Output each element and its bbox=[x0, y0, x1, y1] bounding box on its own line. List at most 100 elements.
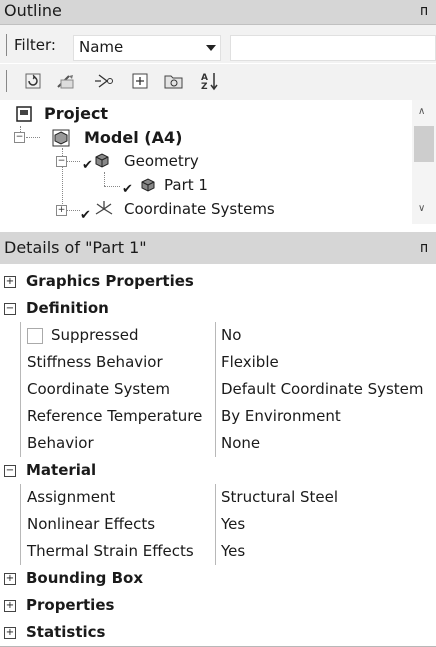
property-row[interactable]: Suppressed No bbox=[0, 322, 436, 350]
row-gutter: − bbox=[0, 457, 20, 484]
row-gutter: + bbox=[0, 268, 20, 295]
row-gutter: − bbox=[0, 295, 20, 322]
category-row[interactable]: + Bounding Box bbox=[0, 565, 436, 593]
property-value: Structural Steel bbox=[221, 488, 339, 506]
property-name: Behavior bbox=[27, 434, 94, 452]
property-value-cell[interactable]: Default Coordinate System bbox=[215, 376, 435, 403]
property-value-cell[interactable]: By Environment bbox=[215, 403, 435, 430]
checkmark-icon: ✔ bbox=[80, 208, 91, 223]
tree-connector bbox=[104, 172, 105, 186]
scroll-down-icon[interactable]: ∨ bbox=[418, 203, 425, 214]
property-value: Flexible bbox=[221, 353, 279, 371]
property-row[interactable]: Reference Temperature By Environment bbox=[0, 403, 436, 431]
property-row[interactable]: Thermal Strain Effects Yes bbox=[0, 538, 436, 566]
property-name: Assignment bbox=[27, 488, 116, 506]
tree-item-model[interactable]: Model (A4) bbox=[84, 128, 182, 147]
wand-icon[interactable] bbox=[55, 70, 77, 92]
collapse-icon[interactable]: − bbox=[4, 465, 16, 477]
tree-item-part[interactable]: Part 1 bbox=[164, 176, 208, 194]
part-icon bbox=[140, 177, 156, 193]
category-row[interactable]: + Graphics Properties bbox=[0, 268, 436, 296]
chevron-down-icon[interactable] bbox=[206, 45, 216, 51]
filter-search-input[interactable] bbox=[230, 35, 436, 61]
toolbar-separator bbox=[6, 70, 7, 92]
category-label: Material bbox=[26, 461, 97, 479]
model-icon bbox=[52, 129, 70, 147]
suppressed-checkbox[interactable] bbox=[27, 328, 43, 344]
property-name: Coordinate System bbox=[27, 380, 170, 398]
property-name-cell: Assignment bbox=[20, 484, 216, 511]
property-row[interactable]: Coordinate System Default Coordinate Syst… bbox=[0, 376, 436, 404]
property-name: Stiffness Behavior bbox=[27, 353, 163, 371]
property-name-cell: Reference Temperature bbox=[20, 403, 216, 430]
property-row[interactable]: Assignment Structural Steel bbox=[0, 484, 436, 512]
property-value-cell[interactable]: None bbox=[215, 430, 435, 457]
property-value: Yes bbox=[221, 515, 246, 533]
row-gutter: + bbox=[0, 565, 20, 592]
category-label: Properties bbox=[26, 596, 115, 614]
property-name: Thermal Strain Effects bbox=[27, 542, 194, 560]
filter-type-select[interactable]: Name bbox=[73, 35, 221, 61]
category-row[interactable]: + Statistics bbox=[0, 619, 436, 647]
category-label: Graphics Properties bbox=[26, 272, 194, 290]
property-name-cell: Stiffness Behavior bbox=[20, 349, 216, 376]
tree-item-geometry[interactable]: Geometry bbox=[124, 152, 199, 170]
outline-title: Outline bbox=[4, 1, 62, 20]
expand-icon[interactable]: + bbox=[4, 600, 16, 612]
property-name: Reference Temperature bbox=[27, 407, 203, 425]
collapse-icon[interactable]: − bbox=[14, 132, 25, 143]
category-label: Bounding Box bbox=[26, 569, 144, 587]
property-row[interactable]: Nonlinear Effects Yes bbox=[0, 511, 436, 539]
property-value: Default Coordinate System bbox=[221, 380, 424, 398]
graph-icon[interactable] bbox=[93, 70, 115, 92]
expand-icon[interactable]: + bbox=[4, 627, 16, 639]
category-label: Statistics bbox=[26, 623, 106, 641]
tree-item-project[interactable]: Project bbox=[44, 104, 108, 123]
property-name-cell: Thermal Strain Effects bbox=[20, 538, 216, 565]
property-value-cell[interactable]: Structural Steel bbox=[215, 484, 435, 511]
category-row[interactable]: − Material bbox=[0, 457, 436, 485]
sort-az-icon[interactable]: AZ bbox=[199, 70, 221, 92]
property-name-cell: Behavior bbox=[20, 430, 216, 457]
expand-icon[interactable]: + bbox=[4, 573, 16, 585]
property-value-cell[interactable]: Yes bbox=[215, 538, 435, 565]
details-title: Details of "Part 1" bbox=[4, 238, 147, 257]
checkmark-icon: ✔ bbox=[122, 182, 133, 197]
property-name-cell: Nonlinear Effects bbox=[20, 511, 216, 538]
outline-header: Outline ᴨ bbox=[0, 0, 436, 25]
checkmark-icon: ✔ bbox=[82, 158, 93, 173]
collapse-icon[interactable]: − bbox=[4, 303, 16, 315]
tree-connector bbox=[26, 137, 40, 138]
folder-icon[interactable] bbox=[163, 70, 185, 92]
tree-connector bbox=[66, 210, 80, 211]
property-name: Suppressed bbox=[51, 326, 139, 344]
category-row[interactable]: − Definition bbox=[0, 295, 436, 323]
scroll-up-icon[interactable]: ∧ bbox=[418, 106, 425, 117]
details-header: Details of "Part 1" ᴨ bbox=[0, 232, 436, 264]
property-value-cell[interactable]: Flexible bbox=[215, 349, 435, 376]
row-gutter: + bbox=[0, 592, 20, 619]
property-row[interactable]: Behavior None bbox=[0, 430, 436, 458]
property-name-cell: Suppressed bbox=[20, 322, 216, 349]
pin-icon[interactable]: ᴨ bbox=[420, 0, 428, 22]
project-icon bbox=[16, 106, 32, 122]
row-gutter: + bbox=[0, 619, 20, 646]
property-value: By Environment bbox=[221, 407, 341, 425]
expand-icon[interactable]: + bbox=[56, 205, 67, 216]
expand-all-icon[interactable] bbox=[129, 70, 151, 92]
refresh-icon[interactable] bbox=[22, 70, 44, 92]
property-row[interactable]: Stiffness Behavior Flexible bbox=[0, 349, 436, 377]
tree-item-coordinate-systems[interactable]: Coordinate Systems bbox=[124, 200, 275, 218]
expand-icon[interactable]: + bbox=[4, 276, 16, 288]
geometry-icon bbox=[94, 151, 110, 168]
property-value-cell[interactable]: Yes bbox=[215, 511, 435, 538]
collapse-icon[interactable]: − bbox=[56, 156, 67, 167]
tree-connector bbox=[104, 186, 120, 187]
category-row[interactable]: + Properties bbox=[0, 592, 436, 620]
property-value: No bbox=[221, 326, 242, 344]
pin-icon[interactable]: ᴨ bbox=[420, 232, 428, 264]
scroll-thumb[interactable] bbox=[414, 126, 434, 162]
property-value-cell[interactable]: No bbox=[215, 322, 435, 349]
property-value: Yes bbox=[221, 542, 246, 560]
svg-text:Z: Z bbox=[201, 82, 208, 91]
